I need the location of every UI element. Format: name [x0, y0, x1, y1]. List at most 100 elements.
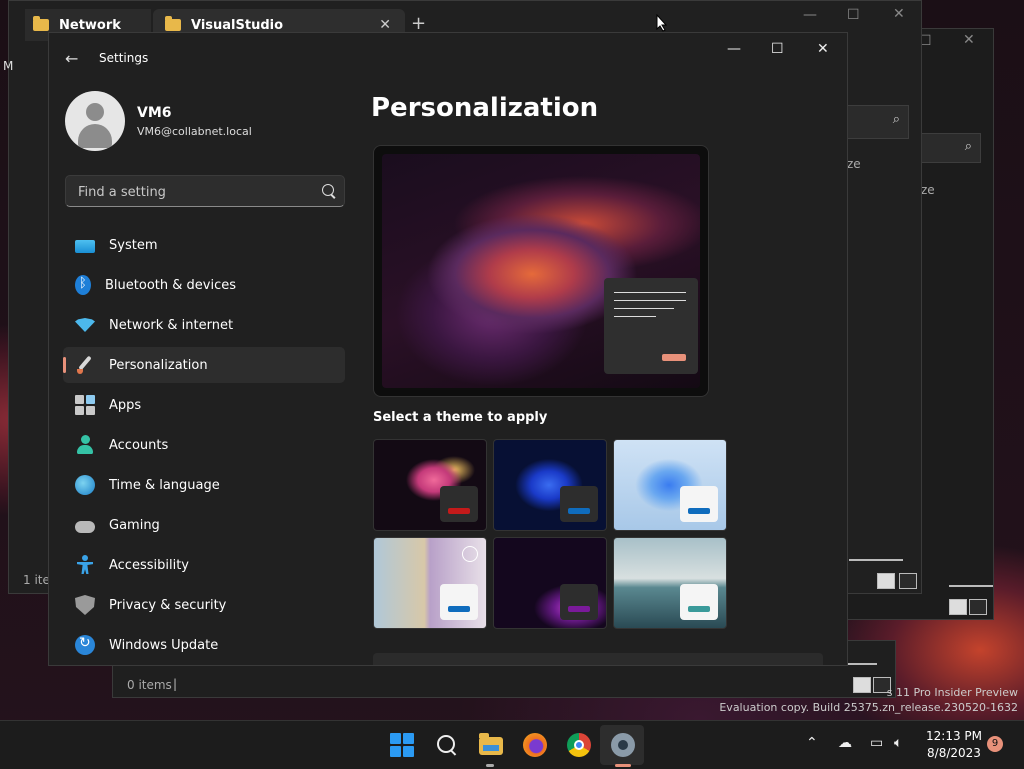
sidebar-item-time-language[interactable]: Time & language [63, 467, 345, 503]
preview-line [614, 300, 686, 301]
profile-email: VM6@collabnet.local [137, 125, 252, 138]
bluetooth-icon [75, 275, 91, 295]
minimize-icon[interactable]: — [727, 41, 741, 57]
start-icon[interactable] [390, 733, 414, 757]
sidebar-item-label: Time & language [109, 477, 220, 493]
slideshow-badge-icon [462, 546, 478, 562]
notification-badge[interactable]: 9 [987, 736, 1003, 752]
file-explorer-icon[interactable] [479, 733, 503, 755]
sidebar-item-privacy-security[interactable]: Privacy & security [63, 587, 345, 623]
preview-line [614, 316, 656, 317]
search-icon[interactable] [435, 733, 459, 757]
sidebar-nav: System Bluetooth & devices Network & int… [63, 227, 345, 665]
theme-tile-windows-dark[interactable] [493, 439, 607, 531]
maximize-icon[interactable]: ☐ [771, 41, 784, 57]
search-input[interactable] [76, 176, 310, 208]
find-setting-box[interactable] [65, 175, 345, 208]
tiles-view-icon[interactable] [969, 599, 987, 615]
tiles-view-icon[interactable] [899, 573, 917, 589]
explorer-search-box[interactable]: ⌕ [847, 105, 909, 139]
preview-wallpaper [382, 154, 700, 388]
settings-titlebar[interactable]: ← Settings — ☐ ✕ [49, 33, 847, 83]
explorer-search-box[interactable]: ⌕ [919, 133, 981, 163]
avatar[interactable] [65, 91, 125, 151]
search-icon: ⌕ [964, 139, 972, 154]
avatar-body [78, 124, 112, 148]
chrome-icon[interactable] [567, 733, 591, 757]
account-icon [75, 435, 95, 455]
theme-mini-window [560, 584, 598, 620]
running-indicator [486, 764, 494, 767]
close-icon[interactable]: ✕ [817, 41, 829, 57]
theme-mini-window [680, 486, 718, 522]
taskbar: ⌃ ☁ ▭ 🔈︎ 12:13 PM 8/8/2023 9 [0, 720, 1024, 769]
cloud-offline-icon[interactable]: ☁ [838, 735, 852, 751]
theme-accent-bar [568, 606, 590, 612]
sidebar-item-windows-update[interactable]: Windows Update [63, 627, 345, 663]
new-tab-button[interactable]: + [411, 13, 426, 34]
active-app-indicator [615, 764, 631, 767]
sidebar-item-personalization[interactable]: Personalization [63, 347, 345, 383]
preview-accent-button [662, 354, 686, 361]
theme-tile-flow[interactable] [613, 537, 727, 629]
sidebar-item-accounts[interactable]: Accounts [63, 427, 345, 463]
maximize-icon[interactable]: ☐ [847, 7, 860, 23]
sidebar-item-label: Privacy & security [109, 597, 227, 613]
column-header-fragment: ze [847, 157, 861, 171]
theme-accent-bar [568, 508, 590, 514]
horizontal-scrollbar[interactable] [849, 559, 903, 561]
sidebar-item-label: Personalization [109, 357, 208, 373]
preview-line [614, 308, 674, 309]
avatar-head [86, 103, 104, 121]
firefox-icon[interactable] [523, 733, 547, 757]
minimize-icon[interactable]: — [803, 7, 817, 23]
theme-mini-window [560, 486, 598, 522]
apps-icon [75, 395, 95, 415]
system-icon [75, 239, 95, 253]
network-icon[interactable]: ▭ [870, 735, 883, 751]
details-view-icon[interactable] [877, 573, 895, 589]
theme-tile-captured-motion[interactable] [373, 537, 487, 629]
close-icon[interactable]: ✕ [963, 32, 975, 48]
theme-tile-glow[interactable] [373, 439, 487, 531]
theme-mini-window [680, 584, 718, 620]
sidebar-item-system[interactable]: System [63, 227, 345, 263]
theme-section-label: Select a theme to apply [373, 410, 548, 425]
close-icon[interactable]: ✕ [893, 6, 905, 22]
tab-close-icon[interactable]: ✕ [379, 17, 391, 33]
clock-time[interactable]: 12:13 PM [924, 729, 984, 743]
mouse-cursor-icon [656, 14, 668, 32]
sidebar-item-label: Network & internet [109, 317, 234, 333]
os-watermark-line1: s 11 Pro Insider Preview [886, 686, 1018, 699]
chevron-up-icon[interactable]: ⌃ [806, 735, 818, 751]
globe-clock-icon [75, 475, 95, 495]
sidebar-item-bluetooth[interactable]: Bluetooth & devices [63, 267, 345, 303]
theme-tile-sunrise[interactable] [493, 537, 607, 629]
search-icon[interactable] [322, 184, 334, 196]
settings-app-icon[interactable] [611, 733, 635, 757]
clock-date[interactable]: 8/8/2023 [924, 746, 984, 760]
details-view-icon[interactable] [853, 677, 871, 693]
theme-tile-windows-light[interactable] [613, 439, 727, 531]
back-arrow-icon[interactable]: ← [65, 49, 78, 68]
settings-window[interactable]: ← Settings — ☐ ✕ VM6 VM6@collabnet.local… [48, 32, 848, 666]
theme-grid [373, 439, 727, 629]
horizontal-scrollbar[interactable] [949, 585, 993, 587]
brush-icon [75, 355, 95, 375]
sidebar-item-network[interactable]: Network & internet [63, 307, 345, 343]
volume-icon[interactable]: 🔈︎ [894, 735, 902, 751]
profile-name: VM6 [137, 105, 172, 121]
details-view-icon[interactable] [949, 599, 967, 615]
sidebar-item-label: Windows Update [109, 637, 219, 653]
update-icon [75, 635, 95, 655]
theme-accent-bar [688, 606, 710, 612]
sidebar-item-apps[interactable]: Apps [63, 387, 345, 423]
next-settings-card[interactable] [373, 653, 823, 665]
sidebar-item-accessibility[interactable]: Accessibility [63, 547, 345, 583]
sidebar-item-gaming[interactable]: Gaming [63, 507, 345, 543]
sidebar-item-label: Bluetooth & devices [105, 277, 236, 293]
wifi-icon [75, 315, 95, 335]
search-icon: ⌕ [892, 112, 900, 127]
tab-label: Network [59, 17, 121, 33]
os-watermark-line2: Evaluation copy. Build 25375.zn_release.… [719, 701, 1018, 714]
